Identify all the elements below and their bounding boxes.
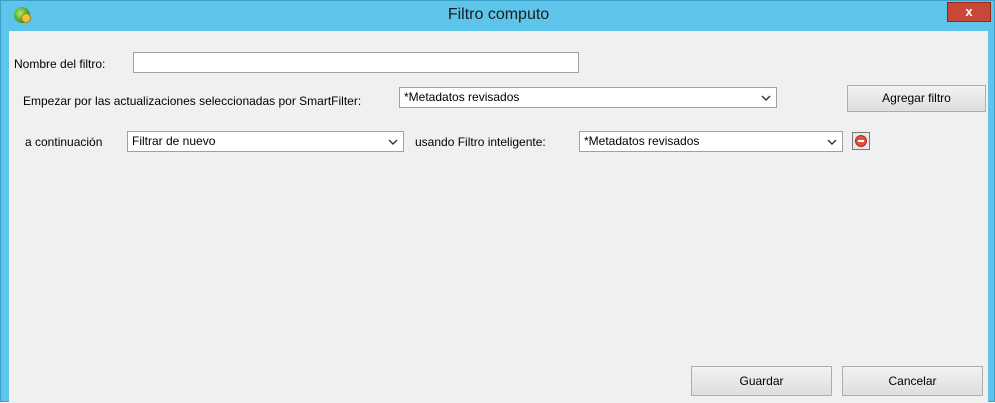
- start-smartfilter-select[interactable]: *Metadatos revisados: [399, 87, 777, 108]
- filter-name-input[interactable]: [133, 52, 579, 73]
- chevron-down-icon: [387, 132, 399, 151]
- save-button[interactable]: Guardar: [691, 366, 832, 396]
- title-bar[interactable]: Filtro computo x: [1, 1, 995, 29]
- chevron-down-icon: [826, 132, 838, 151]
- window-title: Filtro computo: [447, 6, 550, 23]
- close-button[interactable]: x: [947, 2, 991, 22]
- dialog-client-area: Nombre del filtro: Empezar por las actua…: [9, 31, 988, 403]
- start-with-label: Empezar por las actualizaciones seleccio…: [23, 94, 362, 108]
- cancel-button[interactable]: Cancelar: [842, 366, 983, 396]
- filter-name-label: Nombre del filtro:: [14, 57, 106, 71]
- remove-filter-button[interactable]: [852, 132, 870, 150]
- add-filter-button[interactable]: Agregar filtro: [847, 85, 986, 112]
- dialog-window: Filtro computo x Nombre del filtro: Empe…: [0, 0, 995, 403]
- start-smartfilter-value: *Metadatos revisados: [404, 90, 520, 104]
- using-smartfilter-value: *Metadatos revisados: [584, 134, 700, 148]
- using-smartfilter-label: usando Filtro inteligente:: [415, 135, 546, 149]
- then-action-value: Filtrar de nuevo: [132, 134, 216, 148]
- using-smartfilter-select[interactable]: *Metadatos revisados: [579, 131, 843, 152]
- then-label: a continuación: [25, 135, 103, 149]
- chevron-down-icon: [760, 88, 772, 107]
- remove-filter-icon: [855, 135, 867, 147]
- then-action-select[interactable]: Filtrar de nuevo: [127, 131, 404, 152]
